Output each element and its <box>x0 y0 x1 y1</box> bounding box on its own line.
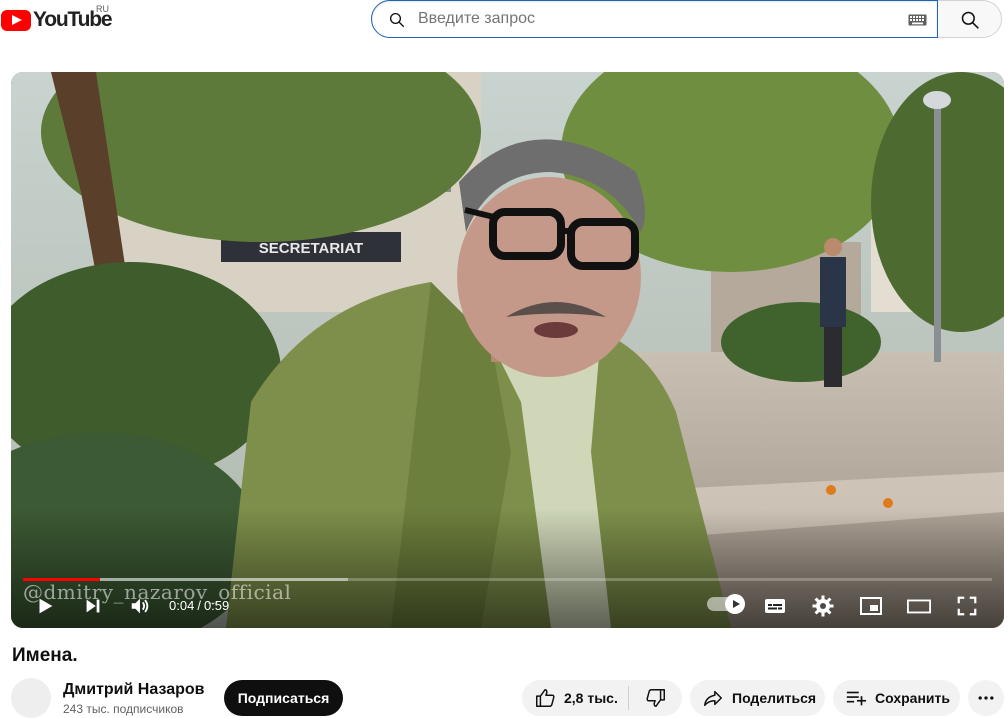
miniplayer-button[interactable] <box>859 594 883 618</box>
play-icon <box>39 598 53 614</box>
autoplay-knob <box>725 594 745 614</box>
search-icon <box>961 11 979 29</box>
time-display: 0:04/0:59 <box>169 598 229 613</box>
next-button[interactable] <box>81 594 105 618</box>
subtitles-icon <box>765 599 785 613</box>
mute-button[interactable] <box>128 594 152 618</box>
region-code: RU <box>96 4 109 14</box>
share-label: Поделиться <box>732 690 817 706</box>
progress-bar[interactable] <box>23 578 992 581</box>
current-time: 0:04 <box>169 598 195 613</box>
search-input[interactable] <box>418 9 868 29</box>
search-box[interactable] <box>371 0 938 38</box>
secretariat-sign-text: SECRETARIAT <box>259 240 363 257</box>
save-playlist-icon <box>846 691 867 706</box>
settings-button[interactable] <box>811 594 835 618</box>
settings-icon <box>812 595 834 617</box>
share-button[interactable]: Поделиться <box>690 680 825 716</box>
like-count: 2,8 тыс. <box>564 690 618 706</box>
next-icon <box>86 599 100 613</box>
theater-mode-button[interactable] <box>907 594 931 618</box>
time-separator: / <box>197 598 201 613</box>
video-title: Имена. <box>12 645 78 666</box>
like-button[interactable]: 2,8 тыс. <box>522 680 628 716</box>
progress-played <box>23 578 100 581</box>
channel-name[interactable]: Дмитрий Назаров <box>63 681 204 699</box>
autoplay-toggle[interactable] <box>707 594 745 614</box>
thumbs-up-icon <box>536 689 555 707</box>
duration: 0:59 <box>203 598 230 613</box>
play-button[interactable] <box>33 594 57 618</box>
youtube-play-logo-icon <box>1 9 31 31</box>
save-button[interactable]: Сохранить <box>833 680 960 716</box>
video-frame: SECRETARIAT <box>11 72 1004 628</box>
share-icon <box>704 690 722 707</box>
masthead: YouTube RU <box>0 0 1008 42</box>
fullscreen-button[interactable] <box>955 594 979 618</box>
search-icon <box>389 12 405 28</box>
dislike-button[interactable] <box>629 680 682 716</box>
player-controls: 0:04/0:59 <box>11 586 1004 626</box>
channel-avatar[interactable] <box>11 678 51 718</box>
more-actions-button[interactable] <box>968 680 1004 716</box>
keyboard-icon[interactable] <box>908 14 927 26</box>
subscriber-count: 243 тыс. подписчиков <box>63 702 184 716</box>
like-dislike-group: 2,8 тыс. <box>522 680 682 716</box>
subscribe-button[interactable]: Подписаться <box>224 680 343 716</box>
volume-icon <box>131 598 149 614</box>
video-player[interactable]: SECRETARIAT @dmitry_nazarov_official 0:0… <box>11 72 1004 628</box>
thumbs-down-icon <box>645 689 665 707</box>
fullscreen-icon <box>957 596 977 616</box>
miniplayer-icon <box>860 597 882 615</box>
youtube-logo[interactable]: YouTube <box>1 8 113 32</box>
subtitles-button[interactable] <box>763 594 787 618</box>
search-button[interactable] <box>938 0 1002 38</box>
more-icon <box>978 696 994 700</box>
save-label: Сохранить <box>875 690 950 706</box>
theater-icon <box>907 599 931 614</box>
